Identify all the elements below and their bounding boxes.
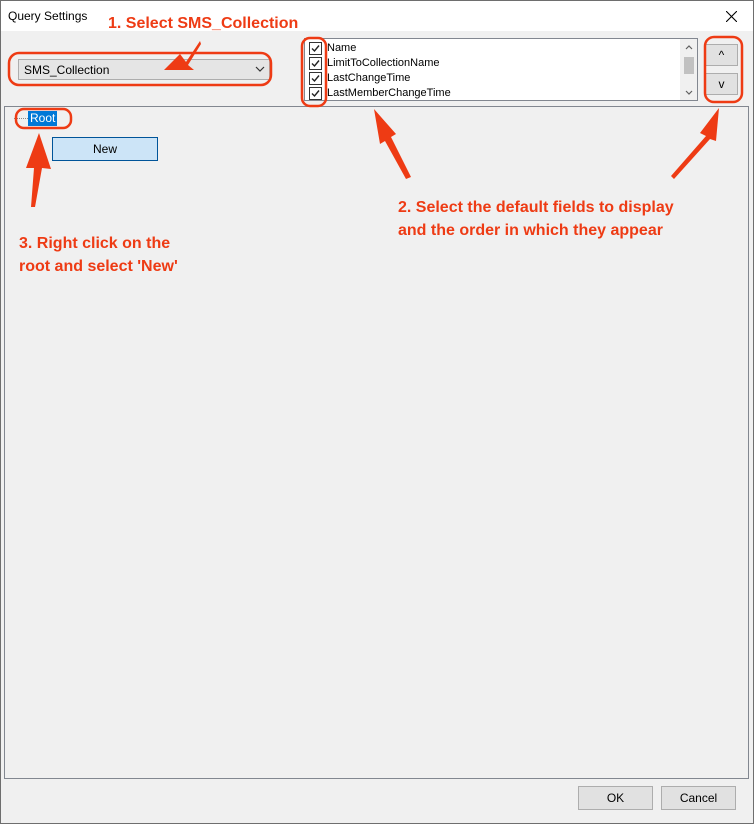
chevron-down-icon [685, 90, 692, 95]
class-select[interactable]: SMS_Collection [18, 59, 270, 80]
tree-connector [14, 118, 28, 119]
scroll-thumb[interactable] [684, 57, 694, 74]
field-label: LastChangeTime [327, 72, 411, 84]
check-icon [311, 45, 320, 53]
annotation-step2-line1: 2. Select the default fields to display [398, 199, 674, 216]
annotation-step1: 1. Select SMS_Collection [108, 15, 299, 32]
field-item-name[interactable]: Name [309, 41, 681, 56]
close-icon [725, 10, 737, 22]
field-item-lastmemberchangetime[interactable]: LastMemberChangeTime [309, 86, 681, 100]
context-menu-new[interactable]: New [52, 137, 158, 161]
window-title: Query Settings [8, 9, 88, 23]
checkbox[interactable] [309, 87, 322, 100]
check-icon [311, 90, 320, 98]
annotation-step2-line2: and the order in which they appear [398, 222, 663, 239]
checkbox[interactable] [309, 72, 322, 85]
close-button[interactable] [709, 1, 753, 31]
checkbox[interactable] [309, 42, 322, 55]
cancel-button[interactable]: Cancel [661, 786, 736, 810]
check-icon [311, 75, 320, 83]
field-label: Name [327, 42, 357, 54]
move-up-button[interactable]: ^ [705, 44, 738, 66]
field-item-lastchangetime[interactable]: LastChangeTime [309, 71, 681, 86]
field-label: LimitToCollectionName [327, 57, 440, 69]
scroll-up-button[interactable] [680, 41, 697, 53]
check-icon [311, 60, 320, 68]
fields-scrollbar[interactable] [680, 39, 697, 100]
chevron-down-icon [255, 66, 265, 72]
move-down-button[interactable]: v [705, 73, 738, 95]
class-select-value: SMS_Collection [24, 63, 110, 77]
ok-button[interactable]: OK [578, 786, 653, 810]
checkbox[interactable] [309, 57, 322, 70]
chevron-up-icon [685, 44, 692, 49]
field-label: LastMemberChangeTime [327, 87, 451, 99]
tree-root-node[interactable]: Root [28, 111, 58, 126]
field-item-limittocollectionname[interactable]: LimitToCollectionName [309, 56, 681, 71]
scroll-down-button[interactable] [680, 86, 697, 98]
annotation-step3-line2: root and select 'New' [19, 258, 178, 275]
default-fields-list[interactable]: Name LimitToCollectionName LastChangeTim… [304, 38, 698, 101]
annotation-step3-line1: 3. Right click on the [19, 235, 171, 252]
